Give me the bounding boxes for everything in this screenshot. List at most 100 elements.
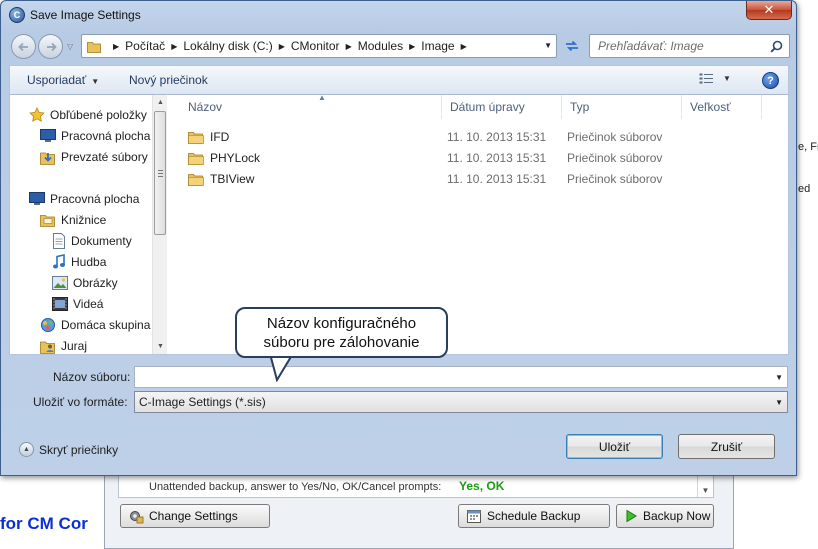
callout-line: Názov konfiguračného	[266, 315, 417, 332]
change-settings-button[interactable]: Change Settings	[120, 504, 270, 528]
chevron-down-icon[interactable]: ▼	[697, 475, 713, 497]
nav-item-documents[interactable]: Dokumenty	[52, 232, 132, 250]
callout-annotation: Názov konfiguračného súboru pre zálohova…	[235, 307, 448, 358]
schedule-backup-label: Schedule Backup	[487, 509, 581, 523]
nav-item-label: Domáca skupina	[61, 318, 151, 332]
column-header-name[interactable]: ▲ Názov	[180, 95, 442, 119]
file-name: PHYLock	[210, 151, 261, 165]
background-option-label: Unattended backup, answer to Yes/No, OK/…	[149, 481, 442, 493]
grip-icon	[158, 170, 163, 177]
nav-item-downloads[interactable]: Prevzaté súbory	[40, 148, 148, 166]
chevron-down-icon: ▼	[723, 74, 731, 83]
chevron-right-icon[interactable]: ▶	[346, 42, 352, 51]
nav-item-desktop-root[interactable]: Pracovná plocha	[29, 190, 139, 208]
nav-item-label: Hudba	[71, 255, 107, 269]
background-option-row[interactable]: Unattended backup, answer to Yes/No, OK/…	[118, 474, 714, 498]
nav-item-label: Dokumenty	[71, 234, 132, 248]
callout-line: súboru pre zálohovanie	[263, 334, 420, 351]
app-logo-icon: C	[9, 7, 25, 23]
chevron-right-icon[interactable]: ▶	[461, 42, 467, 51]
chevron-right-icon[interactable]: ▶	[409, 42, 415, 51]
address-dropdown-icon[interactable]: ▼	[544, 41, 552, 50]
filename-label: Názov súboru:	[53, 370, 131, 384]
column-header-modified[interactable]: Dátum úpravy	[442, 95, 562, 119]
navigation-pane: Obľúbené položky Pracovná plocha Prevzat…	[10, 95, 168, 354]
forward-button[interactable]	[38, 34, 63, 59]
search-icon[interactable]	[770, 40, 783, 53]
file-name: TBIView	[210, 172, 255, 186]
nav-item-music[interactable]: Hudba	[52, 253, 106, 271]
nav-item-pictures[interactable]: Obrázky	[52, 274, 118, 292]
breadcrumb-item[interactable]: Počítač	[125, 39, 165, 53]
play-icon	[626, 509, 637, 523]
hide-folders-toggle[interactable]: ▲ Skryť priečinky	[19, 442, 118, 457]
file-type: Priečinok súborov	[567, 151, 663, 165]
file-row[interactable]: PHYLock 11. 10. 2013 15:31 Priečinok súb…	[168, 148, 788, 168]
nav-item-favorites[interactable]: Obľúbené položky	[29, 106, 147, 124]
nav-item-label: Knižnice	[61, 213, 107, 227]
pictures-icon	[52, 276, 68, 290]
column-header-type[interactable]: Typ	[562, 95, 682, 119]
file-name-cell: TBIView	[188, 172, 254, 186]
backup-now-button[interactable]: Backup Now	[616, 504, 714, 528]
background-text-fragment: ed	[798, 183, 811, 195]
user-folder-icon	[40, 341, 55, 354]
music-icon	[53, 254, 65, 269]
search-input[interactable]	[596, 36, 766, 56]
address-bar[interactable]: ▶ Počítač ▶ Lokálny disk (C:) ▶ CMonitor…	[81, 34, 557, 58]
save-button[interactable]: Uložiť	[566, 434, 663, 459]
nav-item-libraries[interactable]: Knižnice	[40, 211, 106, 229]
file-type: Priečinok súborov	[567, 172, 663, 186]
nav-item-videos[interactable]: Videá	[52, 295, 103, 313]
breadcrumb-item[interactable]: CMonitor	[291, 39, 340, 53]
breadcrumb-item[interactable]: Lokálny disk (C:)	[183, 39, 272, 53]
organize-menu[interactable]: Usporiadať ▼	[27, 73, 99, 87]
change-settings-label: Change Settings	[149, 509, 238, 523]
schedule-backup-button[interactable]: Schedule Backup	[458, 504, 610, 528]
background-option-value: Yes, OK	[459, 479, 505, 493]
videos-icon	[52, 297, 68, 311]
chevron-down-icon[interactable]: ▼	[775, 373, 783, 382]
close-button[interactable]: ✕	[746, 1, 792, 20]
cancel-button[interactable]: Zrušiť	[678, 434, 775, 459]
filename-input[interactable]	[138, 368, 758, 386]
chevron-right-icon[interactable]: ▶	[279, 42, 285, 51]
refresh-button[interactable]	[561, 36, 583, 56]
star-icon	[29, 107, 45, 122]
nav-pane-scrollbar[interactable]: ▲ ▼	[152, 95, 167, 354]
breadcrumb-item[interactable]: Modules	[358, 39, 403, 53]
sort-ascending-icon: ▲	[318, 95, 326, 102]
file-name-cell: IFD	[188, 130, 229, 144]
nav-item-desktop[interactable]: Pracovná plocha	[40, 127, 150, 145]
chevron-right-icon[interactable]: ▶	[171, 42, 177, 51]
breadcrumb-item[interactable]: Image	[421, 39, 454, 53]
format-selected-value: C-Image Settings (*.sis)	[139, 395, 266, 409]
file-modified: 11. 10. 2013 15:31	[447, 151, 547, 165]
background-text-fragment: e, Fr	[798, 141, 818, 153]
nav-item-user[interactable]: Juraj	[40, 337, 87, 354]
view-options-button[interactable]: ▼	[699, 73, 731, 84]
chevron-down-icon[interactable]: ▼	[153, 339, 168, 354]
file-row[interactable]: IFD 11. 10. 2013 15:31 Priečinok súborov	[168, 127, 788, 147]
back-button[interactable]	[11, 34, 36, 59]
title-bar[interactable]: C Save Image Settings ✕	[1, 1, 796, 31]
column-header-size[interactable]: Veľkosť	[682, 95, 762, 119]
chevron-up-icon[interactable]: ▲	[153, 95, 168, 110]
help-button[interactable]: ?	[762, 72, 779, 89]
nav-item-homegroup[interactable]: Domáca skupina	[40, 316, 150, 334]
settings-gear-icon	[130, 511, 144, 524]
nav-item-label: Pracovná plocha	[61, 129, 151, 143]
format-label: Uložiť vo formáte:	[33, 395, 128, 409]
hide-folders-label: Skryť priečinky	[39, 442, 119, 457]
filename-field[interactable]: ▼	[134, 366, 788, 388]
file-row[interactable]: TBIView 11. 10. 2013 15:31 Priečinok súb…	[168, 169, 788, 189]
calendar-icon	[467, 510, 481, 523]
search-box[interactable]	[589, 34, 790, 58]
chevron-up-icon: ▲	[19, 442, 34, 457]
chevron-down-icon[interactable]: ▼	[775, 398, 783, 407]
format-select[interactable]: C-Image Settings (*.sis) ▼	[134, 391, 788, 413]
new-folder-button[interactable]: Nový priečinok	[129, 73, 208, 87]
chevron-right-icon[interactable]: ▶	[113, 42, 119, 51]
scrollbar-thumb[interactable]	[154, 111, 166, 235]
history-dropdown-icon[interactable]: ▽	[67, 42, 73, 51]
